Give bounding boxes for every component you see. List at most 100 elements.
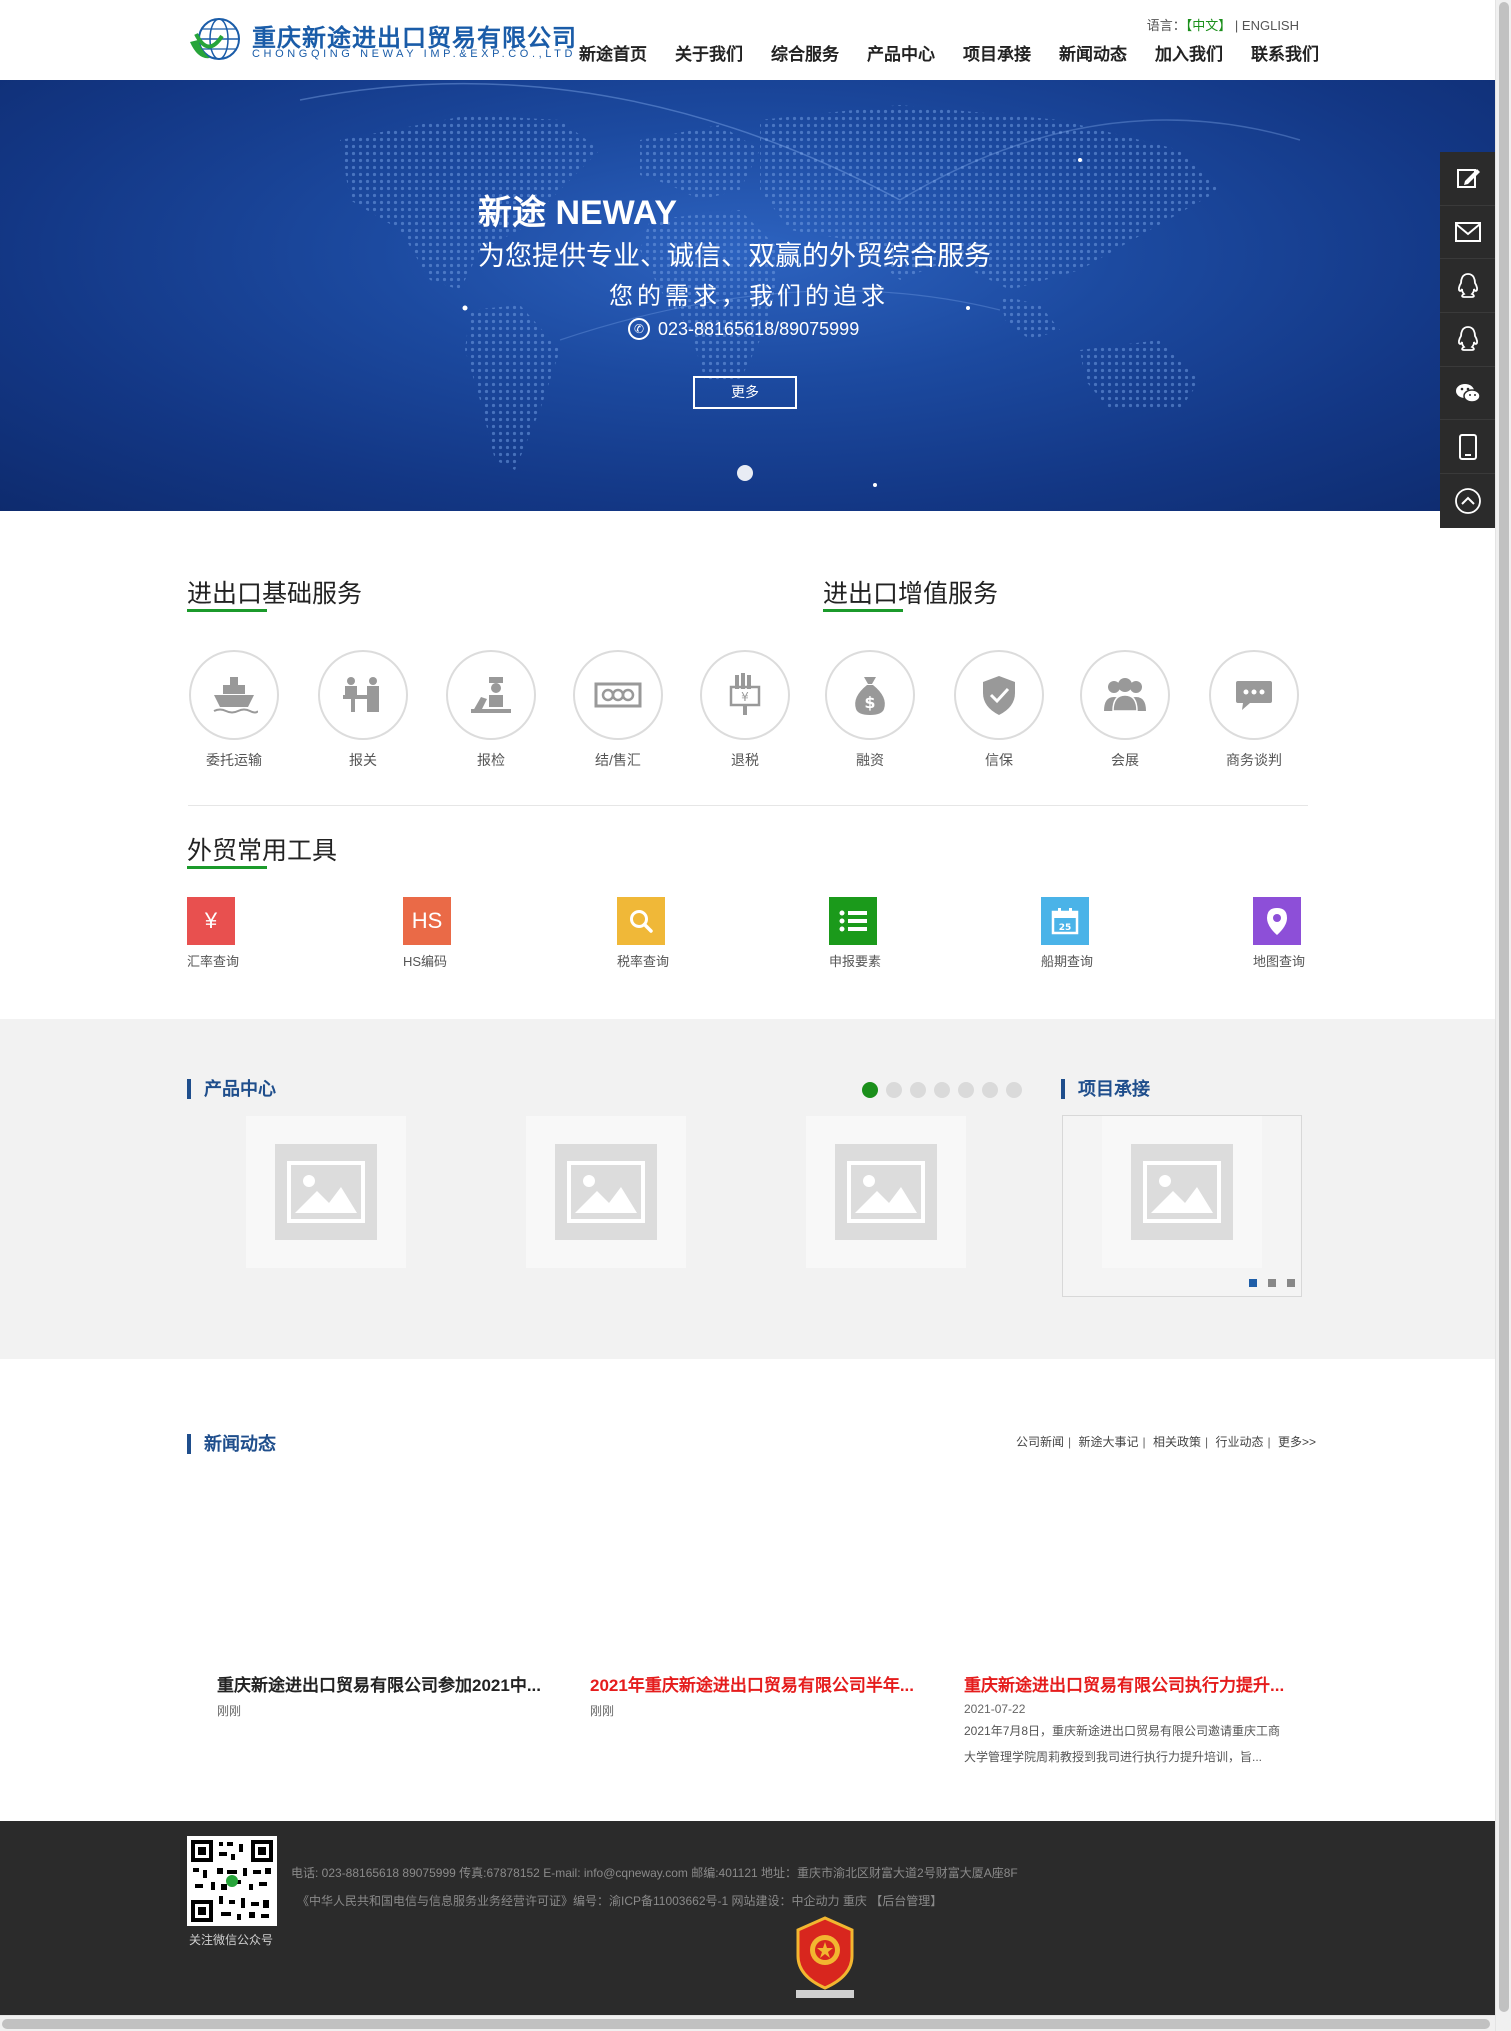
service-financing[interactable]: $ 融资 (824, 650, 916, 770)
service-exhibition-button[interactable] (1080, 650, 1170, 740)
svg-text:$: $ (864, 693, 875, 712)
float-edit-button[interactable] (1440, 152, 1495, 206)
products-page-dot-2[interactable] (886, 1082, 902, 1098)
list-icon (839, 910, 867, 932)
news-title[interactable]: 新闻动态 (187, 1434, 276, 1454)
language-chinese-link[interactable]: 【中文】 (1186, 18, 1232, 33)
company-logo[interactable]: 重庆新途进出口贸易有限公司 CHONGQING NEWAY IMP.&EXP.C… (188, 14, 576, 66)
products-page-dot-3[interactable] (910, 1082, 926, 1098)
tool-exchange-rate-button[interactable]: ¥ (187, 897, 235, 945)
service-exhibition[interactable]: 会展 (1079, 650, 1171, 770)
side-float-toolbar (1440, 152, 1495, 528)
nav-item-about[interactable]: 关于我们 (661, 40, 757, 65)
products-title[interactable]: 产品中心 (187, 1079, 276, 1099)
tool-map[interactable]: 地图查询 (1253, 897, 1343, 970)
tax-refund-icon: ¥ (729, 673, 761, 715)
nav-item-products[interactable]: 产品中心 (853, 40, 949, 65)
service-shipping[interactable]: 委托运输 (188, 650, 280, 770)
news-item-date-2: 刚刚 (590, 1704, 615, 1718)
float-qq-button-2[interactable] (1440, 313, 1495, 367)
vertical-scrollbar[interactable] (1495, 0, 1511, 2031)
service-forex-button[interactable] (573, 650, 663, 740)
edit-icon (1456, 169, 1480, 189)
back-to-top-icon (1454, 488, 1481, 514)
tool-declaration-button[interactable] (829, 897, 877, 945)
news-item-title-2[interactable]: 2021年重庆新途进出口贸易有限公司半年... (590, 1671, 914, 1696)
nav-item-join[interactable]: 加入我们 (1141, 40, 1237, 65)
tool-sailing-schedule[interactable]: 25 船期查询 (1041, 897, 1131, 970)
horizontal-scrollbar-thumb[interactable] (2, 2019, 1490, 2029)
service-negotiation[interactable]: 商务谈判 (1208, 650, 1300, 770)
banner-subtitle: 为您提供专业、诚信、双赢的外贸综合服务 (478, 241, 991, 271)
float-back-to-top-button[interactable] (1440, 474, 1495, 528)
service-customs-button[interactable] (318, 650, 408, 740)
float-mail-button[interactable] (1440, 206, 1495, 260)
projects-page-dot-2[interactable] (1268, 1279, 1276, 1287)
products-page-dot-7[interactable] (1006, 1082, 1022, 1098)
service-credit-insurance[interactable]: 信保 (953, 650, 1045, 770)
news-link-industry[interactable]: 行业动态 (1215, 1435, 1263, 1449)
news-link-policy[interactable]: 相关政策 (1153, 1435, 1201, 1449)
service-credit-insurance-button[interactable] (954, 650, 1044, 740)
products-page-dot-1[interactable] (862, 1082, 878, 1098)
product-card-3[interactable] (806, 1116, 966, 1268)
language-english-link[interactable]: ENGLISH (1242, 18, 1299, 33)
tool-map-button[interactable] (1253, 897, 1301, 945)
tool-hs-code-button[interactable]: HS (403, 897, 451, 945)
tool-declaration[interactable]: 申报要素 (829, 897, 919, 970)
tool-exchange-rate[interactable]: ¥ 汇率查询 (187, 897, 277, 970)
footer-admin-link[interactable]: 【后台管理】 (870, 1894, 942, 1908)
service-forex[interactable]: 结/售汇 (572, 650, 664, 770)
float-qq-button-1[interactable] (1440, 259, 1495, 314)
phone-icon: ✆ (628, 318, 650, 340)
news-item-title-1[interactable]: 重庆新途进出口贸易有限公司参加2021中... (217, 1671, 541, 1696)
service-tax-refund-button[interactable]: ¥ (700, 650, 790, 740)
float-wechat-button[interactable] (1440, 367, 1495, 421)
products-page-dot-5[interactable] (958, 1082, 974, 1098)
service-inspection-button[interactable] (446, 650, 536, 740)
projects-page-dot-3[interactable] (1287, 1279, 1295, 1287)
news-more-link[interactable]: 更多>> (1278, 1435, 1316, 1449)
nav-item-contact[interactable]: 联系我们 (1237, 40, 1333, 65)
calendar-icon: 25 (1051, 908, 1079, 935)
service-tax-refund[interactable]: ¥ 退税 (699, 650, 791, 770)
vertical-scrollbar-thumb[interactable] (1499, 2, 1509, 2012)
service-label: 信保 (985, 752, 1013, 768)
currency-exchange-icon (594, 682, 642, 708)
products-page-dot-4[interactable] (934, 1082, 950, 1098)
service-customs[interactable]: 报关 (317, 650, 409, 770)
banner-more-button[interactable]: 更多 (693, 376, 797, 409)
nav-item-news[interactable]: 新闻动态 (1045, 40, 1141, 65)
news-link-company[interactable]: 公司新闻 (1016, 1435, 1064, 1449)
nav-item-home[interactable]: 新途首页 (565, 40, 661, 65)
service-shipping-button[interactable] (189, 650, 279, 740)
tool-tax-rate[interactable]: 税率查询 (617, 897, 707, 970)
horizontal-scrollbar[interactable] (0, 2015, 1495, 2031)
tool-tax-rate-button[interactable] (617, 897, 665, 945)
product-card-2[interactable] (526, 1116, 686, 1268)
yen-icon: ¥ (204, 908, 218, 933)
float-mobile-button[interactable] (1440, 420, 1495, 475)
service-inspection[interactable]: 报检 (445, 650, 537, 770)
projects-title[interactable]: 项目承接 (1061, 1079, 1150, 1099)
tool-hs-code[interactable]: HS HS编码 (403, 897, 493, 970)
nav-item-projects[interactable]: 项目承接 (949, 40, 1045, 65)
service-negotiation-button[interactable] (1209, 650, 1299, 740)
products-page-dot-6[interactable] (982, 1082, 998, 1098)
news-link-milestones[interactable]: 新途大事记 (1079, 1435, 1139, 1449)
separator: | (1142, 1435, 1146, 1449)
qq-icon (1457, 272, 1478, 298)
banner-slide-dot[interactable] (737, 465, 753, 481)
value-services-underline (823, 609, 903, 612)
news-item-title-3[interactable]: 重庆新途进出口贸易有限公司执行力提升... (964, 1671, 1284, 1696)
qr-code-icon (191, 1840, 273, 1922)
nav-item-services[interactable]: 综合服务 (757, 40, 853, 65)
projects-page-dot-1[interactable] (1249, 1279, 1257, 1287)
service-financing-button[interactable]: $ (825, 650, 915, 740)
qq-icon (1457, 326, 1478, 352)
product-card-1[interactable] (246, 1116, 406, 1268)
business-license-badge-icon[interactable] (790, 1914, 860, 2000)
tool-sailing-schedule-button[interactable]: 25 (1041, 897, 1089, 945)
project-card[interactable] (1102, 1116, 1262, 1268)
basic-services-underline (187, 609, 267, 612)
